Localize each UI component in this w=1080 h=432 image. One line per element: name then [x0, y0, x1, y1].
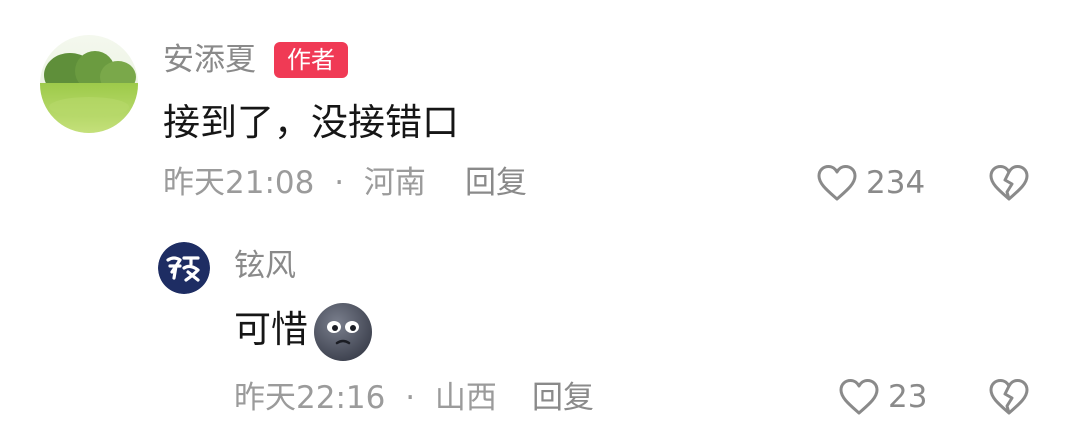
- meta-separator: ·: [405, 380, 416, 416]
- author-badge: 作者: [274, 42, 348, 78]
- reply-dislike-button[interactable]: [988, 376, 1030, 422]
- meta-separator: ·: [334, 165, 345, 201]
- comment-location: 河南: [363, 165, 426, 201]
- reply-like-button[interactable]: 23: [838, 376, 927, 418]
- dislike-button[interactable]: [988, 162, 1030, 208]
- comment-meta: 昨天21:08 · 河南: [163, 163, 426, 203]
- reply-reply-button[interactable]: 回复: [532, 378, 594, 418]
- reply-meta: 昨天22:16 · 山西: [234, 378, 497, 418]
- broken-heart-icon: [989, 165, 1029, 201]
- comment-thread: 安添夏 作者 接到了，没接错口 昨天21:08 · 河南 回复 234 铉风 可…: [0, 0, 1080, 432]
- reply-user-avatar[interactable]: [158, 242, 210, 294]
- user-avatar[interactable]: [40, 35, 138, 133]
- reply-button[interactable]: 回复: [465, 163, 527, 203]
- reply-text: 可惜: [234, 308, 308, 351]
- heart-outline-icon: [817, 165, 857, 201]
- reply-location: 山西: [434, 380, 497, 416]
- comment-text: 接到了，没接错口: [163, 101, 459, 144]
- broken-heart-icon: [989, 379, 1029, 415]
- username[interactable]: 安添夏: [163, 40, 256, 80]
- like-count: 234: [866, 165, 926, 201]
- reply-time: 昨天22:16: [234, 380, 386, 416]
- reply-like-count: 23: [888, 379, 928, 415]
- reply-username[interactable]: 铉风: [234, 246, 296, 286]
- heart-outline-icon: [839, 379, 879, 415]
- comment-time: 昨天21:08: [163, 165, 315, 201]
- like-button[interactable]: 234: [816, 162, 925, 204]
- dark-face-emoji: [314, 303, 372, 361]
